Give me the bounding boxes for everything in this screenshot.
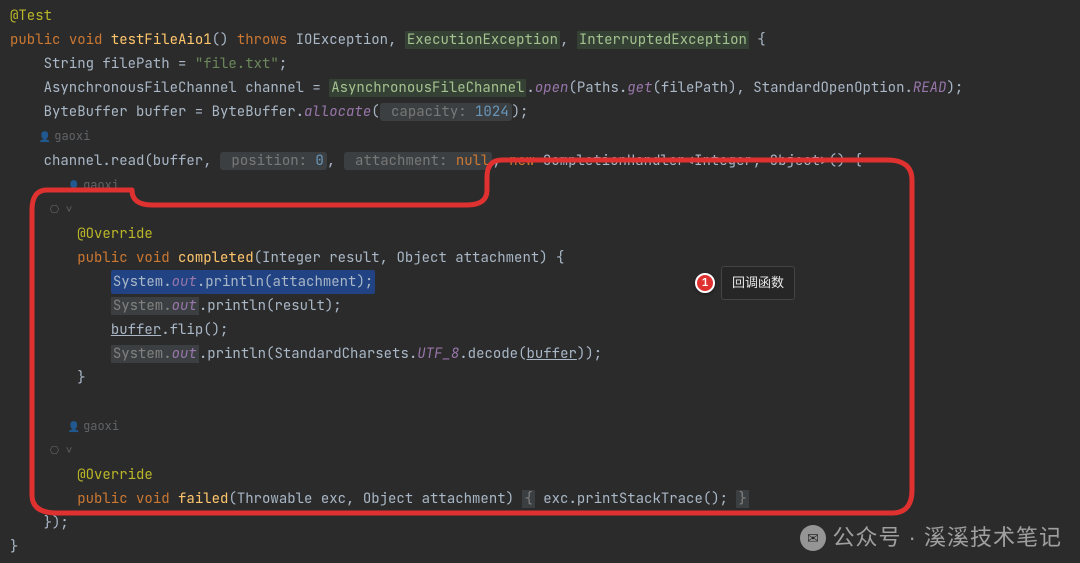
method-name: completed (178, 249, 254, 267)
callout-badge: 1 (695, 273, 715, 293)
code-line[interactable]: public void testFileAio1() throws IOExce… (10, 28, 1080, 52)
code-line[interactable]: System.out.println(StandardCharsets.UTF_… (10, 342, 1080, 366)
wechat-icon: ✉ (800, 525, 826, 551)
inlay-hint: capacity: 1024 (380, 103, 512, 121)
annotation-override: @Override (77, 225, 153, 243)
author-hint: gaoxi (10, 414, 1080, 439)
blank-line (10, 390, 1080, 414)
annotation-test: @Test (10, 7, 52, 25)
callout-label: 回调函数 (721, 266, 795, 300)
code-line-selected[interactable]: System.out.println(attachment); (10, 270, 1080, 294)
method-name: testFileAio1 (111, 31, 212, 49)
string-literal: "file.txt" (195, 55, 279, 73)
highlight-exception: ExecutionException (405, 31, 560, 49)
inlay-hint: attachment: null (344, 152, 493, 170)
code-line[interactable]: public void failed(Throwable exc, Object… (10, 487, 1080, 511)
author-hint: gaoxi (10, 173, 1080, 198)
inlay-hint: position: 0 (220, 152, 327, 170)
code-line[interactable]: } (10, 366, 1080, 390)
selection-highlight: System.out.println(attachment); (111, 270, 375, 294)
method-name: failed (178, 490, 228, 508)
code-line[interactable]: @Test (10, 4, 1080, 28)
var-buffer: buffer (111, 321, 161, 339)
gutter-icon[interactable]: ⎔ ˅ (10, 198, 1080, 222)
watermark: ✉ 公众号 · 溪溪技术笔记 (800, 525, 1062, 551)
code-line[interactable]: @Override (10, 222, 1080, 246)
highlight-exception: InterruptedException (577, 31, 749, 49)
code-line[interactable]: System.out.println(result); (10, 294, 1080, 318)
code-line[interactable]: String filePath = "file.txt"; (10, 52, 1080, 76)
annotation-override: @Override (77, 466, 153, 484)
code-line[interactable]: ByteBuffer buffer = ByteBuffer.allocate(… (10, 100, 1080, 124)
code-line[interactable]: public void completed(Integer result, Ob… (10, 246, 1080, 270)
author-hint: gaoxi (10, 124, 1080, 149)
code-line[interactable]: AsynchronousFileChannel channel = Asynch… (10, 76, 1080, 100)
gutter-icon[interactable]: ⎔ ˅ (10, 439, 1080, 463)
code-line[interactable]: channel.read(buffer, position: 0, attach… (10, 149, 1080, 173)
code-line[interactable]: @Override (10, 463, 1080, 487)
code-line[interactable]: buffer.flip(); (10, 318, 1080, 342)
callout: 1 回调函数 (695, 266, 795, 300)
